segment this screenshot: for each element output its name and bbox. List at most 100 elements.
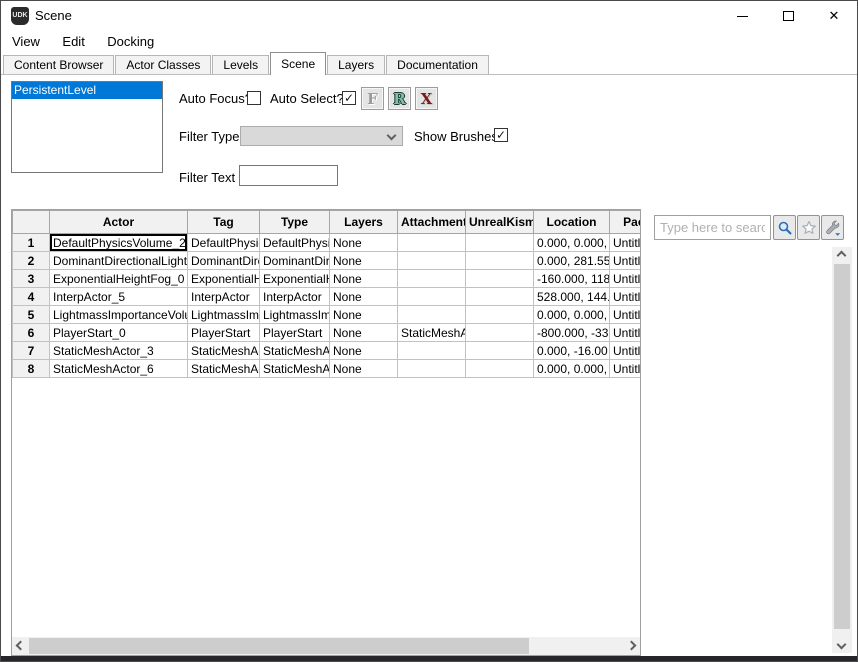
cell-tag[interactable]: LightmassImportanceVolume <box>188 306 260 324</box>
cell-type[interactable]: StaticMeshActor <box>260 360 330 378</box>
vertical-scrollbar-thumb[interactable] <box>834 264 850 629</box>
scroll-right-arrow[interactable] <box>623 637 640 654</box>
cell-kismet[interactable] <box>466 324 534 342</box>
vertical-scrollbar[interactable] <box>832 247 852 653</box>
cell-location[interactable]: 0.000, 0.000, <box>534 360 610 378</box>
tab-documentation[interactable]: Documentation <box>386 55 489 74</box>
col-header-actor[interactable]: Actor <box>50 211 188 234</box>
cell-tag[interactable]: DefaultPhysicsVolume <box>188 234 260 252</box>
col-header-rownum[interactable] <box>13 211 50 234</box>
col-header-package[interactable]: Package <box>610 211 642 234</box>
cell-actor[interactable]: PlayerStart_0 <box>50 324 188 342</box>
row-number[interactable]: 3 <box>13 270 50 288</box>
cell-attachment[interactable] <box>398 360 466 378</box>
tab-layers[interactable]: Layers <box>327 55 385 74</box>
cell-layers[interactable]: None <box>330 252 398 270</box>
cell-actor[interactable]: StaticMeshActor_3 <box>50 342 188 360</box>
search-button[interactable] <box>773 215 796 240</box>
cell-attachment[interactable] <box>398 288 466 306</box>
cell-tag[interactable]: StaticMeshActor <box>188 360 260 378</box>
menu-view[interactable]: View <box>3 31 49 53</box>
show-brushes-checkbox[interactable]: ✓ <box>494 128 508 142</box>
cell-layers[interactable]: None <box>330 306 398 324</box>
cell-attachment[interactable] <box>398 270 466 288</box>
cell-layers[interactable]: None <box>330 342 398 360</box>
cell-actor[interactable]: StaticMeshActor_6 <box>50 360 188 378</box>
cell-location[interactable]: 528.000, 144. <box>534 288 610 306</box>
col-header-layers[interactable]: Layers <box>330 211 398 234</box>
menu-edit[interactable]: Edit <box>53 31 93 53</box>
delete-button[interactable]: X <box>415 87 438 110</box>
tab-actor-classes[interactable]: Actor Classes <box>115 55 211 74</box>
scroll-up-arrow[interactable] <box>833 247 850 264</box>
cell-kismet[interactable] <box>466 252 534 270</box>
cell-package[interactable]: Untitled <box>610 288 642 306</box>
cell-layers[interactable]: None <box>330 324 398 342</box>
close-button[interactable]: ✕ <box>811 1 857 31</box>
cell-kismet[interactable] <box>466 288 534 306</box>
cell-type[interactable]: InterpActor <box>260 288 330 306</box>
favorites-button[interactable] <box>797 215 820 240</box>
scroll-down-arrow[interactable] <box>833 636 850 653</box>
cell-kismet[interactable] <box>466 360 534 378</box>
menu-docking[interactable]: Docking <box>98 31 163 53</box>
row-number[interactable]: 8 <box>13 360 50 378</box>
cell-kismet[interactable] <box>466 234 534 252</box>
cell-type[interactable]: DefaultPhysicsVolume <box>260 234 330 252</box>
col-header-location[interactable]: Location <box>534 211 610 234</box>
cell-package[interactable]: Untitled <box>610 252 642 270</box>
row-number[interactable]: 2 <box>13 252 50 270</box>
cell-actor[interactable]: DefaultPhysicsVolume_2 <box>50 234 188 252</box>
cell-package[interactable]: Untitled <box>610 270 642 288</box>
cell-location[interactable]: 0.000, 0.000, <box>534 234 610 252</box>
cell-actor[interactable]: InterpActor_5 <box>50 288 188 306</box>
row-number[interactable]: 6 <box>13 324 50 342</box>
col-header-attachment-base[interactable]: Attachment Base <box>398 211 466 234</box>
cell-attachment[interactable] <box>398 234 466 252</box>
row-number[interactable]: 1 <box>13 234 50 252</box>
cell-tag[interactable]: DominantDirectionalLight <box>188 252 260 270</box>
cell-package[interactable]: Untitled <box>610 360 642 378</box>
cell-attachment[interactable] <box>398 252 466 270</box>
cell-type[interactable]: StaticMeshActor <box>260 342 330 360</box>
cell-location[interactable]: 0.000, -16.00 <box>534 342 610 360</box>
cell-package[interactable]: Untitled <box>610 342 642 360</box>
col-header-unrealkismet[interactable]: UnrealKismet <box>466 211 534 234</box>
filter-text-input[interactable] <box>239 165 338 186</box>
horizontal-scrollbar[interactable] <box>12 637 640 655</box>
cell-actor[interactable]: ExponentialHeightFog_0 <box>50 270 188 288</box>
col-header-tag[interactable]: Tag <box>188 211 260 234</box>
cell-type[interactable]: PlayerStart <box>260 324 330 342</box>
minimize-button[interactable] <box>719 1 765 31</box>
cell-package[interactable]: Untitled <box>610 234 642 252</box>
cell-layers[interactable]: None <box>330 360 398 378</box>
auto-focus-checkbox[interactable] <box>247 91 261 105</box>
refresh-button[interactable]: R <box>388 87 411 110</box>
row-number[interactable]: 4 <box>13 288 50 306</box>
cell-tag[interactable]: ExponentialHeightFog <box>188 270 260 288</box>
cell-kismet[interactable] <box>466 342 534 360</box>
cell-package[interactable]: Untitled <box>610 324 642 342</box>
cell-location[interactable]: -800.000, -33 <box>534 324 610 342</box>
cell-attachment[interactable] <box>398 342 466 360</box>
cell-layers[interactable]: None <box>330 288 398 306</box>
cell-layers[interactable]: None <box>330 234 398 252</box>
horizontal-scrollbar-thumb[interactable] <box>29 638 529 654</box>
cell-location[interactable]: 0.000, 281.55 <box>534 252 610 270</box>
tab-content-browser[interactable]: Content Browser <box>3 55 114 74</box>
cell-type[interactable]: DominantDirectionalLight <box>260 252 330 270</box>
filter-type-dropdown[interactable] <box>240 126 403 146</box>
cell-actor[interactable]: LightmassImportanceVolume_0 <box>50 306 188 324</box>
cell-tag[interactable]: PlayerStart <box>188 324 260 342</box>
row-number[interactable]: 5 <box>13 306 50 324</box>
cell-package[interactable]: Untitled <box>610 306 642 324</box>
cell-type[interactable]: ExponentialHeightFog <box>260 270 330 288</box>
cell-tag[interactable]: StaticMeshActor <box>188 342 260 360</box>
col-header-type[interactable]: Type <box>260 211 330 234</box>
cell-location[interactable]: -160.000, 118 <box>534 270 610 288</box>
search-input[interactable] <box>654 215 771 240</box>
cell-location[interactable]: 0.000, 0.000, <box>534 306 610 324</box>
cell-type[interactable]: LightmassImportanceVolume <box>260 306 330 324</box>
cell-tag[interactable]: InterpActor <box>188 288 260 306</box>
focus-button[interactable]: F <box>361 87 384 110</box>
